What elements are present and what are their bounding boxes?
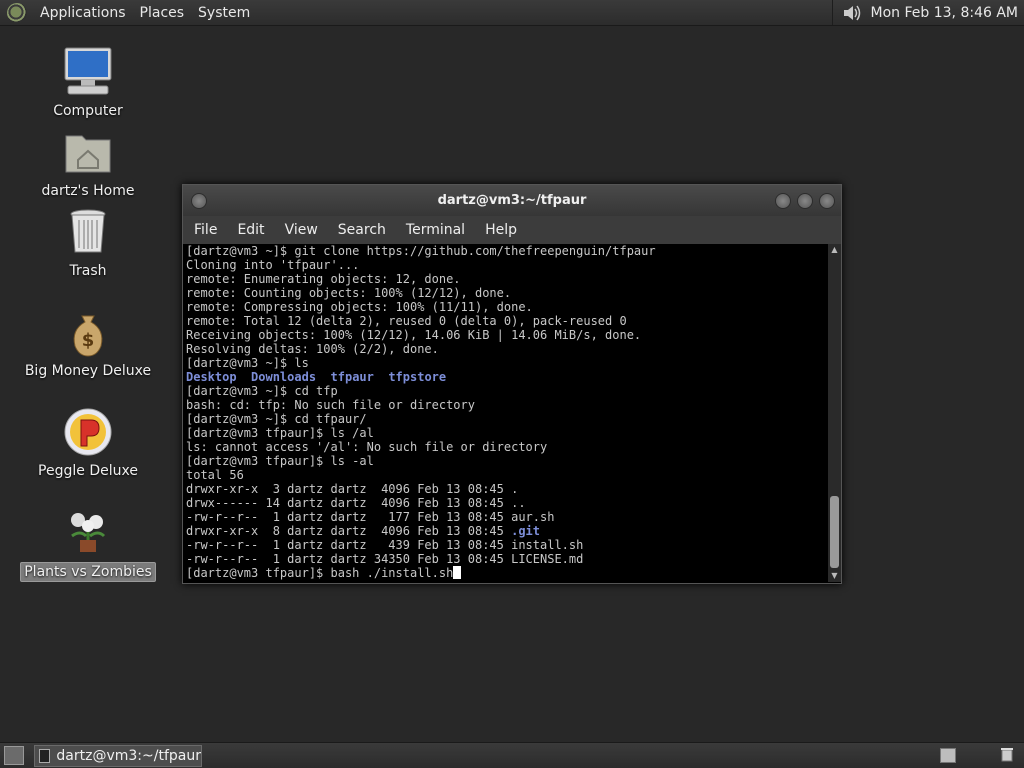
desktop-icon-computer[interactable]: Computer: [18, 46, 158, 120]
terminal-line: [dartz@vm3 tfpaur]$ ls /al: [186, 426, 374, 440]
svg-text:$: $: [82, 330, 95, 351]
home-folder-icon: [62, 126, 114, 178]
maximize-button[interactable]: [797, 193, 813, 209]
menu-file[interactable]: File: [187, 222, 230, 238]
text-cursor: [453, 566, 462, 579]
system-menu[interactable]: System: [191, 5, 257, 21]
desktop-icon-label: dartz's Home: [41, 183, 135, 199]
terminal-line: remote: Compressing objects: 100% (11/11…: [186, 300, 533, 314]
terminal-line: bash: cd: tfp: No such file or directory: [186, 398, 475, 412]
minimize-button[interactable]: [775, 193, 791, 209]
plant-icon: [62, 506, 114, 558]
terminal-line: drwxr-xr-x 3 dartz dartz 4096 Feb 13 08:…: [186, 482, 519, 496]
terminal-line: -rw-r--r-- 1 dartz dartz 34350 Feb 13 08…: [186, 552, 584, 566]
panel-separator: [831, 0, 833, 25]
bottom-panel: dartz@vm3:~/tfpaur: [0, 742, 1024, 768]
terminal-line: [dartz@vm3 ~]$ cd tfpaur/: [186, 412, 367, 426]
trash-applet-icon[interactable]: [1000, 747, 1014, 762]
speaker-icon[interactable]: [841, 3, 863, 23]
terminal-window[interactable]: dartz@vm3:~/tfpaur File Edit View Search…: [182, 184, 842, 584]
terminal-line: -rw-r--r-- 1 dartz dartz 177 Feb 13 08:4…: [186, 510, 555, 524]
taskbar-label: dartz@vm3:~/tfpaur: [56, 748, 201, 764]
menu-search[interactable]: Search: [331, 222, 399, 238]
terminal-line: Receiving objects: 100% (12/12), 14.06 K…: [186, 328, 642, 342]
desktop-icon-home[interactable]: dartz's Home: [18, 126, 158, 200]
desktop-icon-label: Trash: [69, 263, 107, 279]
terminal-line: [dartz@vm3 ~]$ git clone https://github.…: [186, 244, 656, 258]
dir-entry: Desktop: [186, 370, 237, 384]
window-menu-button[interactable]: [191, 193, 207, 209]
terminal-line: [dartz@vm3 tfpaur]$ ls -al: [186, 454, 374, 468]
desktop-icon-label: Computer: [53, 103, 123, 119]
applications-menu[interactable]: Applications: [33, 5, 133, 21]
vertical-scrollbar[interactable]: ▲ ▼: [828, 244, 841, 582]
desktop-icon-label: Big Money Deluxe: [24, 363, 152, 379]
git-line-prefix: drwxr-xr-x 8 dartz dartz 4096 Feb 13 08:…: [186, 524, 512, 538]
terminal-line-ls: Desktop Downloads tfpaur tfpstore: [186, 370, 827, 384]
computer-icon: [62, 46, 114, 98]
terminal-line: total 56: [186, 468, 244, 482]
scroll-thumb[interactable]: [830, 496, 839, 568]
panel-tray: Mon Feb 13, 8:46 AM: [831, 0, 1024, 25]
menu-edit[interactable]: Edit: [230, 222, 277, 238]
terminal-line: [dartz@vm3 ~]$ ls: [186, 356, 309, 370]
window-titlebar[interactable]: dartz@vm3:~/tfpaur: [183, 185, 841, 216]
desktop-icon-plants-vs-zombies[interactable]: Plants vs Zombies: [18, 506, 158, 582]
prompt-command: [dartz@vm3 tfpaur]$ bash ./install.sh: [186, 566, 454, 580]
terminal-line: remote: Total 12 (delta 2), reused 0 (de…: [186, 314, 627, 328]
places-menu[interactable]: Places: [133, 5, 192, 21]
workspace-switcher[interactable]: [940, 748, 956, 763]
terminal-output[interactable]: [dartz@vm3 ~]$ git clone https://github.…: [183, 244, 841, 582]
terminal-line: drwx------ 14 dartz dartz 4096 Feb 13 08…: [186, 496, 526, 510]
desktop-icon-trash[interactable]: Trash: [18, 206, 158, 280]
dir-entry: Downloads: [251, 370, 317, 384]
dir-entry: tfpstore: [388, 370, 447, 384]
desktop-icon-label: Peggle Deluxe: [38, 463, 138, 479]
clock[interactable]: Mon Feb 13, 8:46 AM: [871, 5, 1018, 21]
terminal-icon: [39, 749, 51, 763]
dir-entry: .git: [511, 524, 541, 538]
top-panel: Applications Places System Mon Feb 13, 8…: [0, 0, 1024, 26]
menu-terminal[interactable]: Terminal: [399, 222, 478, 238]
desktop-icon-big-money[interactable]: $ Big Money Deluxe: [18, 306, 158, 380]
terminal-line-git: drwxr-xr-x 8 dartz dartz 4096 Feb 13 08:…: [186, 524, 827, 538]
scroll-up-arrow-icon[interactable]: ▲: [828, 244, 841, 256]
terminal-line: [dartz@vm3 ~]$ cd tfp: [186, 384, 338, 398]
close-button[interactable]: [819, 193, 835, 209]
menu-view[interactable]: View: [278, 222, 331, 238]
terminal-text: [dartz@vm3 ~]$ git clone https://github.…: [186, 244, 827, 580]
trash-icon: [62, 206, 114, 258]
peggle-icon: [62, 406, 114, 458]
menu-help[interactable]: Help: [478, 222, 530, 238]
terminal-line: remote: Enumerating objects: 12, done.: [186, 272, 461, 286]
show-desktop-icon[interactable]: [4, 746, 24, 765]
terminal-line: Resolving deltas: 100% (2/2), done.: [186, 342, 439, 356]
terminal-line: ls: cannot access '/al': No such file or…: [186, 440, 548, 454]
distro-logo-icon[interactable]: [7, 2, 27, 23]
terminal-line: remote: Counting objects: 100% (12/12), …: [186, 286, 512, 300]
desktop-icon-label: Plants vs Zombies: [20, 562, 156, 582]
terminal-prompt-line[interactable]: [dartz@vm3 tfpaur]$ bash ./install.sh: [186, 566, 827, 580]
money-bag-icon: $: [62, 306, 114, 358]
scroll-down-arrow-icon[interactable]: ▼: [828, 570, 841, 582]
taskbar-button-terminal[interactable]: dartz@vm3:~/tfpaur: [34, 745, 202, 767]
desktop-icon-peggle[interactable]: Peggle Deluxe: [18, 406, 158, 480]
terminal-menubar: File Edit View Search Terminal Help: [183, 216, 841, 244]
dir-entry: tfpaur: [330, 370, 374, 384]
terminal-line: Cloning into 'tfpaur'...: [186, 258, 360, 272]
terminal-line: -rw-r--r-- 1 dartz dartz 439 Feb 13 08:4…: [186, 538, 584, 552]
window-title: dartz@vm3:~/tfpaur: [437, 193, 587, 208]
